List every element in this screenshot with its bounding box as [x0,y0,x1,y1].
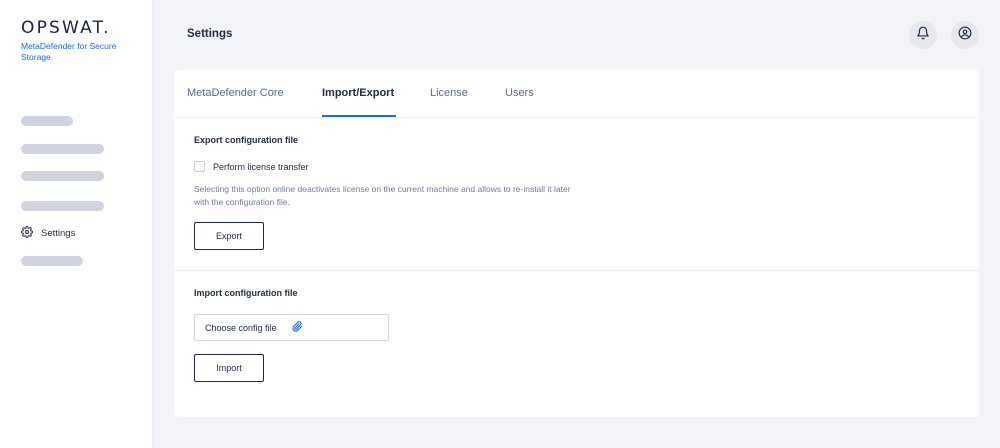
logo[interactable]: OPSWAT. MetaDefender for Secure Storage [21,18,121,63]
sidebar-item-label: Settings [41,228,76,239]
sidebar: OPSWAT. MetaDefender for Secure Storage … [0,0,153,448]
sidebar-item-settings[interactable]: Settings [21,226,75,241]
paperclip-icon [291,321,379,334]
import-button[interactable]: Import [194,354,264,382]
brand-name: OPSWAT. [21,18,111,38]
section-divider [174,270,979,271]
sidebar-item-placeholder-1[interactable] [21,116,73,126]
config-file-input[interactable]: Choose config file [194,314,389,341]
product-name: MetaDefender for Secure Storage [21,41,117,62]
bell-icon [916,26,930,45]
export-help-text: Selecting this option online deactivates… [194,184,571,207]
gear-icon [21,226,33,241]
account-button[interactable] [951,21,979,49]
user-icon [958,26,972,45]
export-section-title: Export configuration file [194,135,299,145]
sidebar-item-placeholder-2[interactable] [21,144,104,154]
export-button[interactable]: Export [194,222,264,250]
active-tab-indicator [322,115,396,117]
sidebar-item-placeholder-5[interactable] [21,256,83,266]
settings-card: MetaDefender Core Import/Export License … [174,70,979,417]
tab-bar: MetaDefender Core Import/Export License … [174,70,979,118]
tab-metadefender-core[interactable]: MetaDefender Core [187,87,284,99]
page-title: Settings [187,28,233,40]
license-transfer-label: Perform license transfer [213,161,309,172]
tab-import-export[interactable]: Import/Export [322,87,394,99]
tab-license[interactable]: License [430,87,468,99]
file-input-placeholder: Choose config file [205,322,277,333]
notifications-button[interactable] [909,21,937,49]
sidebar-item-placeholder-3[interactable] [21,171,104,181]
sidebar-item-placeholder-4[interactable] [21,201,104,211]
license-transfer-checkbox-row[interactable]: Perform license transfer [194,161,309,172]
tab-users[interactable]: Users [505,87,534,99]
import-section-title: Import configuration file [194,288,298,298]
license-transfer-checkbox[interactable] [194,161,205,172]
